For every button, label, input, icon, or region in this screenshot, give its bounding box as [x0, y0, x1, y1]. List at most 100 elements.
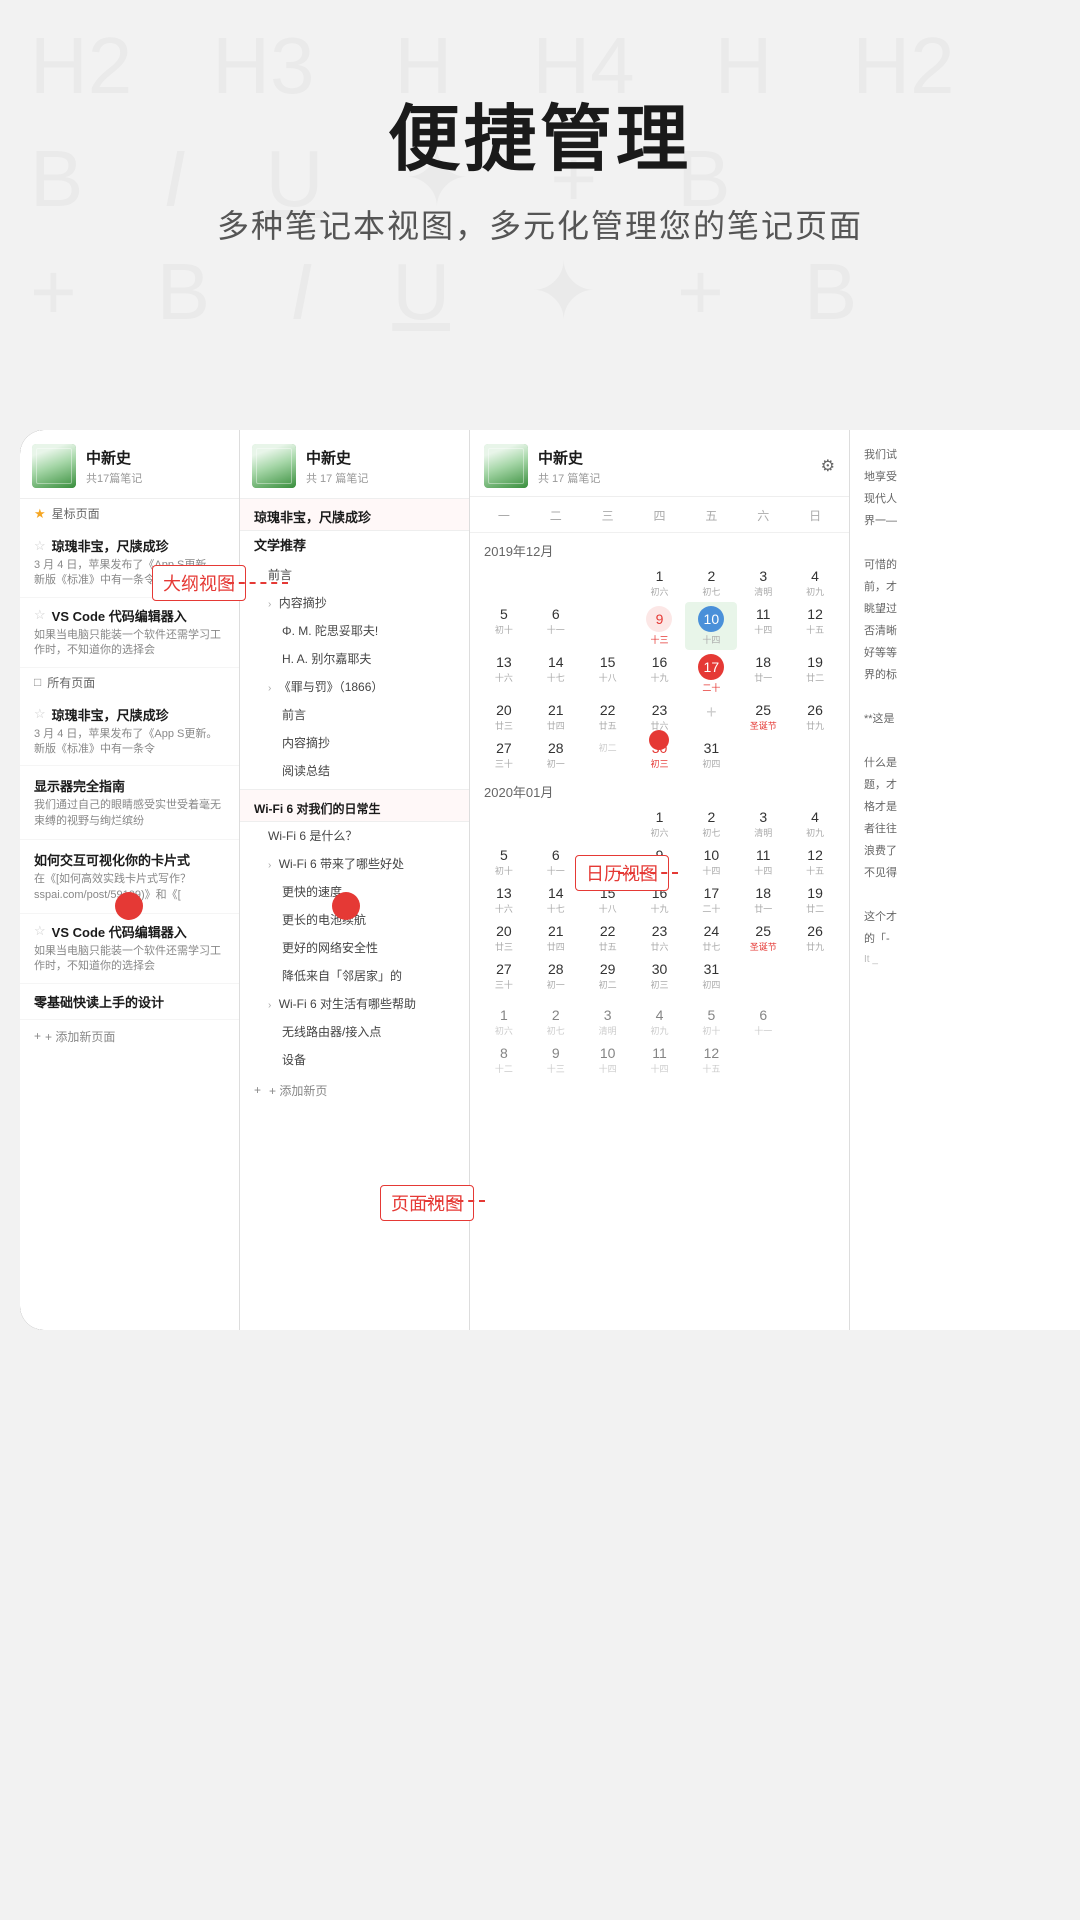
cal-day-empty — [478, 564, 530, 602]
wifi-item-5: 更好的网络安全性 — [240, 934, 469, 962]
jan-5[interactable]: 5初十 — [478, 843, 530, 881]
wifi-item-2: › Wi-Fi 6 带来了哪些好处 — [240, 850, 469, 878]
annotation-page-label: 页面视图 — [380, 1185, 474, 1221]
cal-day-empty — [582, 564, 634, 602]
jan-30[interactable]: 30初三 — [634, 957, 686, 995]
reading-text: 我们试 地享受 现代人 界一— 可惜的 前，才 眺望过 否清晰 好等等 界的标 … — [864, 444, 1080, 970]
jan-3[interactable]: 3清明 — [737, 805, 789, 843]
jan-22[interactable]: 22廿五 — [582, 919, 634, 957]
cal-day-2[interactable]: 2初七 — [685, 564, 737, 602]
jan-10[interactable]: 10十四 — [685, 843, 737, 881]
cal-day-27[interactable]: 27三十 — [478, 736, 530, 774]
notebook-cover-3 — [484, 444, 528, 488]
jan-29[interactable]: 29初二 — [582, 957, 634, 995]
jan-25[interactable]: 25圣诞节 — [737, 919, 789, 957]
calendar-weekdays: 一 二 三 四 五 六 日 — [470, 497, 849, 533]
settings-icon[interactable]: ⚙ — [821, 456, 835, 476]
cal-day-16[interactable]: 16十九 — [634, 650, 686, 698]
jan-23[interactable]: 23廿六 — [634, 919, 686, 957]
jan-2[interactable]: 2初七 — [685, 805, 737, 843]
cal-day-31[interactable]: 31初四 — [685, 736, 737, 774]
cal-day-28[interactable]: 28初一 — [530, 736, 582, 774]
december-grid: 1初六 2初七 3清明 4初九 5初十 6十一 9十三 10十四 11十四 12… — [470, 564, 849, 774]
cal-day-30[interactable]: 30 初三 — [634, 736, 686, 774]
cal-day-17-today[interactable]: 17二十 — [685, 650, 737, 698]
cal-day-6[interactable]: 6十一 — [530, 602, 582, 650]
jan-4[interactable]: 4初九 — [789, 805, 841, 843]
outline-item-1[interactable]: 前言 — [240, 561, 469, 589]
cal-day-1[interactable]: 1初六 — [634, 564, 686, 602]
cal-day-20[interactable]: 20廿三 — [478, 698, 530, 736]
header-section: 便捷管理 多种笔记本视图，多元化管理您的笔记页面 — [0, 0, 1080, 267]
cal-day-22[interactable]: 22廿五 — [582, 698, 634, 736]
list-item-4[interactable]: 显示器完全指南 我们通过自己的眼睛感受实世受着毫无束缚的视野与绚烂缤纷 — [20, 766, 239, 840]
cal-day-19[interactable]: 19廿二 — [789, 650, 841, 698]
p9: 9十三 — [530, 1041, 582, 1079]
notebook-name-3: 中新史 — [538, 447, 811, 468]
outline-chevron-item: › 内容摘抄 — [240, 589, 469, 617]
p6: 6十一 — [737, 1003, 789, 1041]
list-item-3[interactable]: ☆ 琼瑰非宝，尺牍成珍 3 月 4 日，苹果发布了《App S更新。新版《标准》… — [20, 697, 239, 767]
cal-day-add[interactable]: + — [685, 698, 737, 736]
wifi-item-6: 降低来自「邻居家」的 — [240, 962, 469, 990]
p2: 2初七 — [530, 1003, 582, 1041]
cal-day-13[interactable]: 13十六 — [478, 650, 530, 698]
star-empty-icon-2: ☆ — [34, 607, 46, 623]
jan-28[interactable]: 28初一 — [530, 957, 582, 995]
jan-24[interactable]: 24廿七 — [685, 919, 737, 957]
weekday-fri: 五 — [685, 503, 737, 528]
cal-day-9[interactable]: 9十三 — [634, 602, 686, 650]
jan-11[interactable]: 11十四 — [737, 843, 789, 881]
cal-day-14[interactable]: 14十七 — [530, 650, 582, 698]
p11: 11十四 — [634, 1041, 686, 1079]
list-item-2[interactable]: ☆ VS Code 代码编辑器入 如果当电脑只能装一个软件还需学习工作时，不知道… — [20, 598, 239, 668]
annotation-line-outline — [228, 582, 288, 584]
jan-12[interactable]: 12十五 — [789, 843, 841, 881]
list-item-6[interactable]: ☆ VS Code 代码编辑器入 如果当电脑只能装一个软件还需学习工作时，不知道… — [20, 914, 239, 984]
add-page-btn-outline[interactable]: ++ 添加新页 — [240, 1074, 469, 1107]
jan-1[interactable]: 1初六 — [634, 805, 686, 843]
star-section: ★ 星标页面 — [20, 499, 239, 528]
wifi-item-9: 设备 — [240, 1046, 469, 1074]
weekday-thu: 四 — [634, 503, 686, 528]
cal-day-3[interactable]: 3清明 — [737, 564, 789, 602]
outline-item-5: › 《罪与罚》（1866） — [240, 673, 469, 701]
cal-day-21[interactable]: 21廿四 — [530, 698, 582, 736]
cal-day-26[interactable]: 26廿九 — [789, 698, 841, 736]
red-dot-indicator-1 — [115, 892, 143, 920]
jan-13[interactable]: 13十六 — [478, 881, 530, 919]
jan-31[interactable]: 31初四 — [685, 957, 737, 995]
jan-21[interactable]: 21廿四 — [530, 919, 582, 957]
jan-17[interactable]: 17二十 — [685, 881, 737, 919]
cal-day-empty3: 初二 — [582, 736, 634, 774]
cal-day-5[interactable]: 5初十 — [478, 602, 530, 650]
jan-19[interactable]: 19廿二 — [789, 881, 841, 919]
p1: 1初六 — [478, 1003, 530, 1041]
cal-day-10[interactable]: 10十四 — [685, 602, 737, 650]
list-item-7[interactable]: 零基础快读上手的设计 — [20, 984, 239, 1020]
cal-day-11[interactable]: 11十四 — [737, 602, 789, 650]
jan-27[interactable]: 27三十 — [478, 957, 530, 995]
notebook-info-3: 中新史 共 17 篇笔记 — [538, 447, 811, 486]
panel-reading-view: 我们试 地享受 现代人 界一— 可惜的 前，才 眺望过 否清晰 好等等 界的标 … — [850, 430, 1080, 1330]
cal-day-empty2 — [582, 602, 634, 650]
cal-day-4[interactable]: 4初九 — [789, 564, 841, 602]
month-label-dec: 2019年12月 — [470, 533, 849, 564]
jan-6[interactable]: 6十一 — [530, 843, 582, 881]
jan-20[interactable]: 20廿三 — [478, 919, 530, 957]
notebook-count: 共17篇笔记 — [86, 470, 227, 486]
weekday-tue: 二 — [530, 503, 582, 528]
jan-18[interactable]: 18廿一 — [737, 881, 789, 919]
cal-day-25[interactable]: 25圣诞节 — [737, 698, 789, 736]
cal-day-18[interactable]: 18廿一 — [737, 650, 789, 698]
p12: 12十五 — [685, 1041, 737, 1079]
cal-day-12[interactable]: 12十五 — [789, 602, 841, 650]
jan-26[interactable]: 26廿九 — [789, 919, 841, 957]
jan-empty2 — [530, 805, 582, 843]
cal-day-15[interactable]: 15十八 — [582, 650, 634, 698]
partial-grid: 1初六 2初七 3清明 4初九 5初十 6十一 8十二 9十三 10十四 11十… — [470, 1003, 849, 1079]
jan-14[interactable]: 14十七 — [530, 881, 582, 919]
add-page-btn-list[interactable]: ++ 添加新页面 — [20, 1020, 239, 1053]
p5: 5初十 — [685, 1003, 737, 1041]
notebook-count-3: 共 17 篇笔记 — [538, 470, 811, 486]
